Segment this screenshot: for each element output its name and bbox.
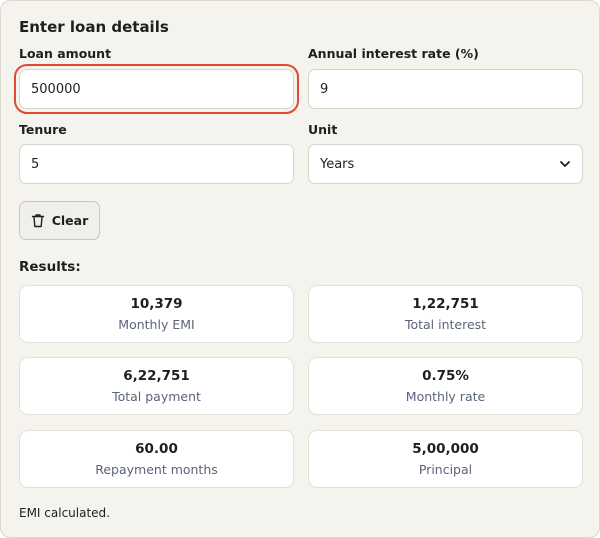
unit-select[interactable]: Years	[308, 144, 583, 184]
clear-button-label: Clear	[51, 213, 89, 228]
tenure-label: Tenure	[19, 122, 67, 137]
result-caption: Repayment months	[95, 462, 218, 477]
result-card-total-interest: 1,22,751 Total interest	[308, 285, 583, 343]
tenure-input[interactable]	[19, 144, 294, 184]
clear-button[interactable]: Clear	[19, 201, 100, 240]
interest-rate-label: Annual interest rate (%)	[308, 46, 479, 61]
result-card-monthly-emi: 10,379 Monthly EMI	[19, 285, 294, 343]
result-caption: Total interest	[404, 317, 487, 332]
result-card-total-payment: 6,22,751 Total payment	[19, 357, 294, 415]
interest-rate-input[interactable]	[308, 69, 583, 109]
result-card-principal: 5,00,000 Principal	[308, 430, 583, 488]
result-value: 1,22,751	[412, 296, 479, 312]
result-value: 10,379	[130, 296, 183, 312]
form-heading: Enter loan details	[19, 18, 169, 36]
result-value: 6,22,751	[123, 368, 190, 384]
loan-calculator-panel: Enter loan details Loan amount Annual in…	[0, 0, 600, 538]
loan-amount-label: Loan amount	[19, 46, 112, 61]
trash-icon	[31, 213, 45, 228]
unit-label: Unit	[308, 122, 338, 137]
result-value: 60.00	[135, 441, 178, 457]
result-value: 0.75%	[422, 368, 469, 384]
result-card-repayment-months: 60.00 Repayment months	[19, 430, 294, 488]
result-caption: Monthly rate	[405, 389, 486, 404]
result-caption: Total payment	[112, 389, 201, 404]
result-caption: Principal	[418, 462, 473, 477]
unit-selected-value: Years	[320, 156, 355, 172]
loan-amount-input[interactable]	[14, 64, 299, 114]
result-caption: Monthly EMI	[118, 317, 195, 332]
result-card-monthly-rate: 0.75% Monthly rate	[308, 357, 583, 415]
chevron-down-icon	[559, 158, 571, 170]
status-message: EMI calculated.	[19, 506, 110, 520]
result-value: 5,00,000	[412, 441, 479, 457]
results-heading: Results:	[19, 259, 81, 275]
